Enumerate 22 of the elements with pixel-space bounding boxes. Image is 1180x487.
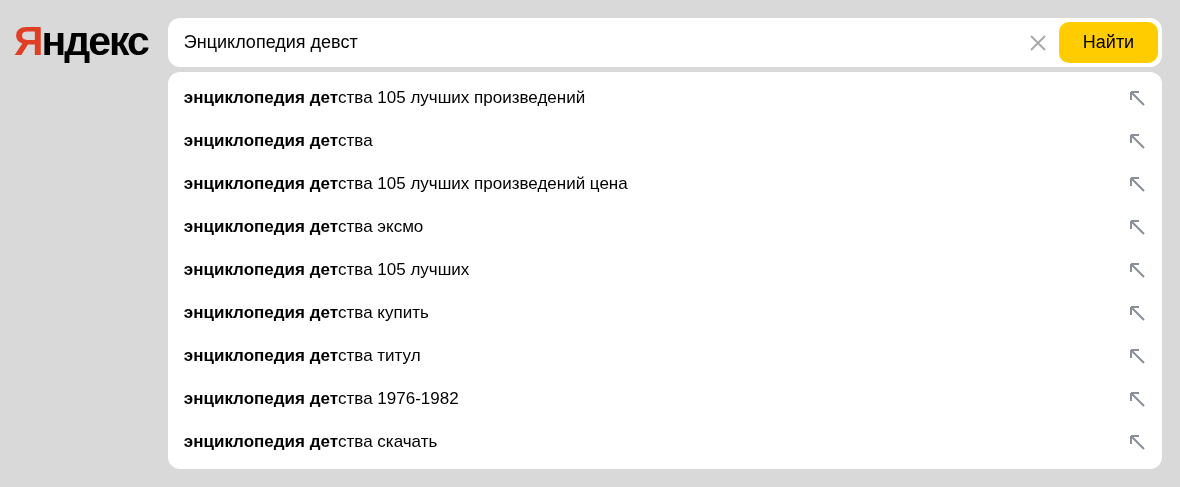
suggestion-item[interactable]: энциклопедия детства 105 лучших произведений bbox=[183, 87, 586, 108]
suggestion-item[interactable]: энциклопедия детства купить bbox=[183, 302, 429, 323]
suggestion-item[interactable]: энциклопедия детства 105 лучших произведений цена bbox=[183, 173, 628, 194]
suggestion-item[interactable]: энциклопедия детства 105 лучших bbox=[183, 259, 470, 280]
logo[interactable]: Яндекс bbox=[14, 19, 148, 63]
close-icon[interactable] bbox=[1029, 33, 1047, 52]
arrow-icon[interactable] bbox=[1129, 261, 1145, 278]
suggestion-item[interactable]: энциклопедия детства титул bbox=[183, 345, 421, 366]
arrow-icon[interactable] bbox=[1129, 89, 1145, 106]
arrow-icon[interactable] bbox=[1129, 347, 1145, 364]
arrow-icon[interactable] bbox=[1129, 175, 1145, 192]
search-field[interactable]: Энциклопедия девст Найти bbox=[167, 18, 1162, 67]
arrow-icon[interactable] bbox=[1129, 132, 1145, 149]
suggestion-item[interactable]: энциклопедия детства эксмо bbox=[183, 216, 424, 237]
arrow-icon[interactable] bbox=[1129, 304, 1145, 321]
search-button[interactable]: Найти bbox=[1059, 22, 1158, 63]
suggestion-item[interactable]: энциклопедия детства скачать bbox=[183, 431, 438, 452]
suggestion-item[interactable]: энциклопедия детства 1976-1982 bbox=[183, 388, 459, 409]
arrow-icon[interactable] bbox=[1129, 218, 1145, 235]
arrow-icon[interactable] bbox=[1129, 433, 1145, 450]
suggestion-item[interactable]: энциклопедия детства bbox=[183, 130, 373, 151]
arrow-icon[interactable] bbox=[1129, 390, 1145, 407]
